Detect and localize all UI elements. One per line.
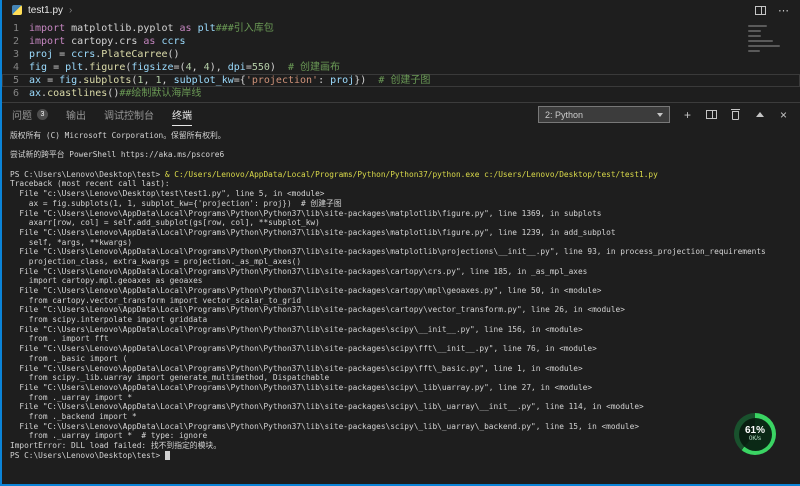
- recorder-percent-inner: 61% 0K/s: [739, 418, 772, 451]
- new-terminal-icon[interactable]: +: [681, 108, 694, 121]
- speed-value: 0K/s: [749, 436, 761, 443]
- line-number: 5: [2, 74, 29, 87]
- maximize-panel-icon[interactable]: [753, 108, 766, 121]
- terminal-line: [10, 141, 792, 151]
- terminal-line: File "C:\Users\Lenovo\AppData\Local\Prog…: [10, 247, 792, 257]
- terminal-line: PS C:\Users\Lenovo\Desktop\test> & C:/Us…: [10, 170, 792, 180]
- terminal[interactable]: 版权所有 (C) Microsoft Corporation。保留所有权利。尝试…: [2, 126, 800, 482]
- terminal-line: File "C:\Users\Lenovo\AppData\Local\Prog…: [10, 209, 792, 219]
- terminal-line: from cartopy.vector_transform import vec…: [10, 296, 792, 306]
- terminal-line: File "C:\Users\Lenovo\AppData\Local\Prog…: [10, 344, 792, 354]
- terminal-line: from ._backend import *: [10, 412, 792, 422]
- split-editor-icon[interactable]: [755, 6, 766, 15]
- code-line: 3proj = ccrs.PlateCarree(): [2, 48, 800, 61]
- terminal-cursor: [165, 451, 170, 459]
- terminal-line: File "C:\Users\Lenovo\AppData\Local\Prog…: [10, 325, 792, 335]
- problems-count-badge: 3: [37, 109, 48, 120]
- terminal-line: File "C:\Users\Lenovo\AppData\Local\Prog…: [10, 305, 792, 315]
- line-number: 1: [2, 22, 29, 35]
- line-number: 2: [2, 35, 29, 48]
- terminal-picker-value: 2: Python: [545, 110, 583, 120]
- chevron-right-icon: ›: [69, 5, 72, 16]
- code-line: 6ax.coastlines()##绘制默认海岸线: [2, 87, 800, 100]
- terminal-output: 版权所有 (C) Microsoft Corporation。保留所有权利。尝试…: [10, 131, 792, 460]
- terminal-line: [10, 160, 792, 170]
- terminal-line: from scipy.interpolate import griddata: [10, 315, 792, 325]
- line-number: 3: [2, 48, 29, 61]
- panel-tab-terminal[interactable]: 终端: [172, 103, 192, 126]
- panel-tab-label: 输出: [66, 107, 86, 122]
- more-actions-icon[interactable]: ⋯: [778, 4, 790, 17]
- terminal-line: from ._uarray import * # type: ignore: [10, 431, 792, 441]
- terminal-line: import cartopy.mpl.geoaxes as geoaxes: [10, 276, 792, 286]
- editor-topbar: test1.py › ⋯: [2, 0, 800, 20]
- terminal-line: File "C:\Users\Lenovo\AppData\Local\Prog…: [10, 383, 792, 393]
- line-number: 6: [2, 87, 29, 100]
- python-file-icon: [12, 5, 22, 15]
- breadcrumb-file-name[interactable]: test1.py: [28, 5, 63, 16]
- panel-tab-debug-console[interactable]: 调试控制台: [104, 103, 154, 126]
- terminal-line: File "c:\Users\Lenovo\Desktop\test\test1…: [10, 189, 792, 199]
- split-terminal-icon[interactable]: [705, 108, 718, 121]
- minimap-line: [748, 45, 780, 47]
- minimap-line: [748, 25, 767, 27]
- split-terminal-glyph: [706, 110, 717, 119]
- panel-header: 问题 3 输出 调试控制台 终端 2: Python + ×: [2, 102, 800, 126]
- terminal-line: File "C:\Users\Lenovo\AppData\Local\Prog…: [10, 228, 792, 238]
- editor-actions: ⋯: [755, 4, 790, 17]
- code-line: 4fig = plt.figure(figsize=(4, 4), dpi=55…: [2, 61, 800, 74]
- terminal-line: File "C:\Users\Lenovo\AppData\Local\Prog…: [10, 422, 792, 432]
- code-line: 1import matplotlib.pyplot as plt###引入库包: [2, 22, 800, 35]
- terminal-line: ax = fig.subplots(1, 1, subplot_kw={'pro…: [10, 199, 792, 209]
- panel-actions: 2: Python + ×: [538, 106, 790, 123]
- panel-tab-label: 问题: [12, 107, 32, 122]
- trash-glyph: [731, 109, 740, 120]
- terminal-line: 尝试新的跨平台 PowerShell https://aka.ms/pscore…: [10, 150, 792, 160]
- panel-tab-output[interactable]: 输出: [66, 103, 86, 126]
- code-line: 5ax = fig.subplots(1, 1, subplot_kw={'pr…: [2, 74, 800, 87]
- minimap-line: [748, 35, 761, 37]
- code-editor[interactable]: 1import matplotlib.pyplot as plt###引入库包2…: [2, 20, 800, 102]
- code-line: 2import cartopy.crs as ccrs: [2, 35, 800, 48]
- terminal-picker-select[interactable]: 2: Python: [538, 106, 670, 123]
- terminal-line: File "C:\Users\Lenovo\AppData\Local\Prog…: [10, 402, 792, 412]
- terminal-line: from . import fft: [10, 334, 792, 344]
- recorder-percent-badge: 61% 0K/s: [734, 413, 776, 455]
- minimap-line: [748, 50, 760, 52]
- terminal-line: File "C:\Users\Lenovo\AppData\Local\Prog…: [10, 286, 792, 296]
- code-lines: 1import matplotlib.pyplot as plt###引入库包2…: [2, 22, 800, 100]
- terminal-line: Traceback (most recent call last):: [10, 179, 792, 189]
- minimap[interactable]: [748, 25, 788, 55]
- panel-tab-label: 终端: [172, 107, 192, 122]
- terminal-line: ImportError: DLL load failed: 找不到指定的模块。: [10, 441, 792, 451]
- terminal-line: File "C:\Users\Lenovo\AppData\Local\Prog…: [10, 364, 792, 374]
- terminal-line: File "C:\Users\Lenovo\AppData\Local\Prog…: [10, 267, 792, 277]
- chevron-down-icon: [657, 113, 663, 117]
- vscode-window: test1.py › ⋯ 1import matplotlib.pyplot a…: [0, 0, 800, 486]
- terminal-line: from ._uarray import *: [10, 393, 792, 403]
- terminal-line: PS C:\Users\Lenovo\Desktop\test>: [10, 451, 792, 461]
- terminal-line: from scipy._lib.uarray import generate_m…: [10, 373, 792, 383]
- close-panel-icon[interactable]: ×: [777, 108, 790, 121]
- percent-value: 61%: [745, 425, 765, 436]
- minimap-line: [748, 30, 761, 32]
- terminal-line: 版权所有 (C) Microsoft Corporation。保留所有权利。: [10, 131, 792, 141]
- panel-tab-problems[interactable]: 问题 3: [12, 103, 48, 126]
- minimap-line: [748, 40, 773, 42]
- terminal-line: self, *args, **kwargs): [10, 238, 792, 248]
- chevron-up-glyph: [756, 112, 764, 117]
- line-number: 4: [2, 61, 29, 74]
- panel-tabs: 问题 3 输出 调试控制台 终端: [12, 103, 192, 126]
- panel-tab-label: 调试控制台: [104, 107, 154, 122]
- kill-terminal-icon[interactable]: [729, 108, 742, 121]
- terminal-line: axarr[row, col] = self.add_subplot(gs[ro…: [10, 218, 792, 228]
- terminal-line: from ._basic import (: [10, 354, 792, 364]
- terminal-line: projection_class, extra_kwargs = project…: [10, 257, 792, 267]
